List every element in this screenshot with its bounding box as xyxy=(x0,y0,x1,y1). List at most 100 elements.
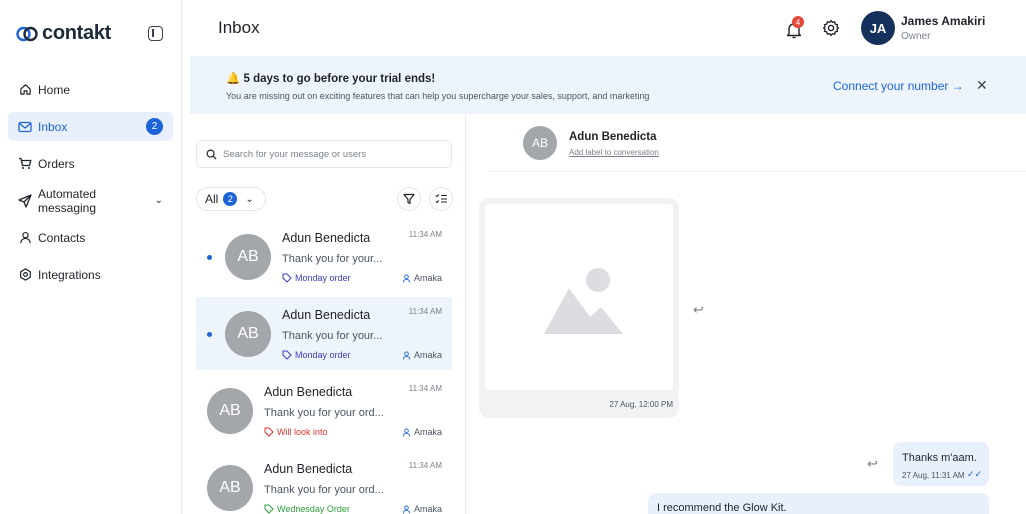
sidebar-item-home[interactable]: Home xyxy=(8,75,173,104)
message-preview: Thank you for your... xyxy=(282,330,383,342)
banner-title: 🔔 5 days to go before your trial ends! xyxy=(226,71,435,85)
conversation-tag[interactable]: Wednesday Order xyxy=(264,504,350,514)
agent-icon xyxy=(402,427,411,437)
contact-avatar: AB xyxy=(207,465,253,511)
message-text: I recommend the Glow Kit. xyxy=(657,502,787,514)
connect-number-link[interactable]: Connect your number → xyxy=(833,79,964,93)
conversation-item[interactable]: AB Adun Benedicta 11:34 AM Thank you for… xyxy=(196,374,452,447)
connect-number-label: Connect your number xyxy=(833,79,949,93)
contact-name: Adun Benedicta xyxy=(282,231,371,245)
message-preview: Thank you for your ord... xyxy=(264,484,384,496)
gear-icon[interactable] xyxy=(822,19,840,37)
sidebar-item-contacts[interactable]: Contacts xyxy=(8,223,173,252)
contact-avatar: AB xyxy=(225,311,271,357)
assigned-agent: Amaka xyxy=(402,273,442,283)
sidebar-item-integrations[interactable]: Integrations xyxy=(8,260,173,289)
message-time: 11:34 AM xyxy=(408,230,442,239)
banner-subtitle: You are missing out on exciting features… xyxy=(226,91,650,101)
reply-icon[interactable]: ↩ xyxy=(867,456,878,472)
agent-icon xyxy=(402,504,411,514)
user-icon xyxy=(18,231,32,245)
search-input[interactable] xyxy=(223,148,433,160)
agent-icon xyxy=(402,350,411,360)
user-name[interactable]: James Amakiri xyxy=(901,14,985,28)
conversation-tag[interactable]: Monday order xyxy=(282,350,351,360)
contakt-logo-icon xyxy=(16,26,38,41)
conversation-item[interactable]: AB Adun Benedicta 11:34 AM Thank you for… xyxy=(196,451,452,514)
integrations-icon xyxy=(18,268,32,282)
chat-contact-avatar: AB xyxy=(523,126,557,160)
select-messages-button[interactable] xyxy=(429,187,453,211)
image-placeholder xyxy=(485,204,673,390)
tag-icon xyxy=(264,427,274,437)
image-placeholder-icon xyxy=(544,268,623,334)
message-preview: Thank you for your ord... xyxy=(264,407,384,419)
message-time: 11:34 AM xyxy=(408,461,442,470)
bell-emoji-icon: 🔔 xyxy=(226,73,241,85)
add-label-link[interactable]: Add label to conversation xyxy=(569,148,659,157)
mail-icon xyxy=(18,120,32,134)
tag-icon xyxy=(282,350,292,360)
banner-title-text: 5 days to go before your trial ends! xyxy=(243,73,436,85)
search-box xyxy=(196,140,452,168)
logo[interactable]: contakt xyxy=(16,22,111,45)
assigned-agent: Amaka xyxy=(402,350,442,360)
contact-name: Adun Benedicta xyxy=(264,462,353,476)
sidebar-item-automated-messaging[interactable]: Automated messaging ⌄ xyxy=(8,186,173,215)
filter-count-badge: 2 xyxy=(223,192,238,206)
tag-label: Wednesday Order xyxy=(277,504,350,514)
chevron-down-icon: ⌄ xyxy=(245,193,254,205)
read-receipt-icon: ✓✓ xyxy=(967,469,983,479)
cart-icon xyxy=(18,157,32,171)
image-message[interactable]: 27 Aug, 12:00 PM xyxy=(479,198,679,418)
chevron-down-icon: ⌄ xyxy=(154,195,163,206)
contact-name: Adun Benedicta xyxy=(282,308,371,322)
collapse-sidebar-button[interactable] xyxy=(148,26,163,41)
message-text: Thanks m'aam. xyxy=(902,452,977,464)
reply-icon[interactable]: ↩ xyxy=(693,302,704,318)
agent-name: Amaka xyxy=(413,350,442,360)
funnel-icon xyxy=(403,193,415,205)
unread-dot xyxy=(207,332,212,337)
sidebar: contakt Home Inbox 2 Orders Automated me… xyxy=(0,0,182,514)
message-time: 27 Aug, 12:00 PM xyxy=(609,400,673,409)
sidebar-item-orders[interactable]: Orders xyxy=(8,149,173,178)
outgoing-message[interactable]: I recommend the Glow Kit. xyxy=(648,493,989,514)
sidebar-item-label: Orders xyxy=(38,156,75,171)
send-icon xyxy=(18,193,32,208)
contact-avatar: AB xyxy=(207,388,253,434)
filter-button[interactable] xyxy=(397,187,421,211)
contact-name: Adun Benedicta xyxy=(264,385,353,399)
conversation-item[interactable]: AB Adun Benedicta 11:34 AM Thank you for… xyxy=(196,220,452,293)
brand-name: contakt xyxy=(42,22,112,44)
agent-name: Amaka xyxy=(413,273,442,283)
sidebar-item-inbox[interactable]: Inbox 2 xyxy=(8,112,173,141)
outgoing-message[interactable]: Thanks m'aam. 27 Aug, 11:31 AM ✓✓ xyxy=(893,442,989,486)
sidebar-item-label: Automated messaging xyxy=(38,186,97,215)
sidebar-item-label: Contacts xyxy=(38,230,86,245)
inbox-count-badge: 2 xyxy=(146,118,163,135)
assigned-agent: Amaka xyxy=(402,427,442,437)
sidebar-item-label: Inbox xyxy=(38,119,68,134)
close-banner-button[interactable]: ✕ xyxy=(976,77,988,94)
conversation-tag[interactable]: Will look into xyxy=(264,427,328,437)
chat-contact-name: Adun Benedicta xyxy=(569,131,657,143)
trial-banner: 🔔 5 days to go before your trial ends! Y… xyxy=(190,56,1026,114)
page-title: Inbox xyxy=(218,18,260,37)
arrow-right-icon: → xyxy=(951,79,964,93)
agent-name: Amaka xyxy=(413,427,442,437)
tag-label: Will look into xyxy=(277,427,328,437)
filter-all-dropdown[interactable]: All 2 ⌄ xyxy=(196,187,266,211)
message-time: 27 Aug, 11:31 AM xyxy=(902,471,965,480)
conversation-tag[interactable]: Monday order xyxy=(282,273,351,283)
tag-icon xyxy=(282,273,292,283)
conversation-item[interactable]: AB Adun Benedicta 11:34 AM Thank you for… xyxy=(196,297,452,370)
agent-icon xyxy=(402,273,411,283)
contact-avatar: AB xyxy=(225,234,271,280)
chat-pane: AB Adun Benedicta Add label to conversat… xyxy=(467,114,1026,514)
notification-count-badge: 4 xyxy=(792,16,804,28)
top-header: Inbox 4 JA James Amakiri Owner xyxy=(183,0,1026,56)
tag-icon xyxy=(264,504,274,514)
user-avatar[interactable]: JA xyxy=(861,11,895,45)
message-time: 11:34 AM xyxy=(408,307,442,316)
